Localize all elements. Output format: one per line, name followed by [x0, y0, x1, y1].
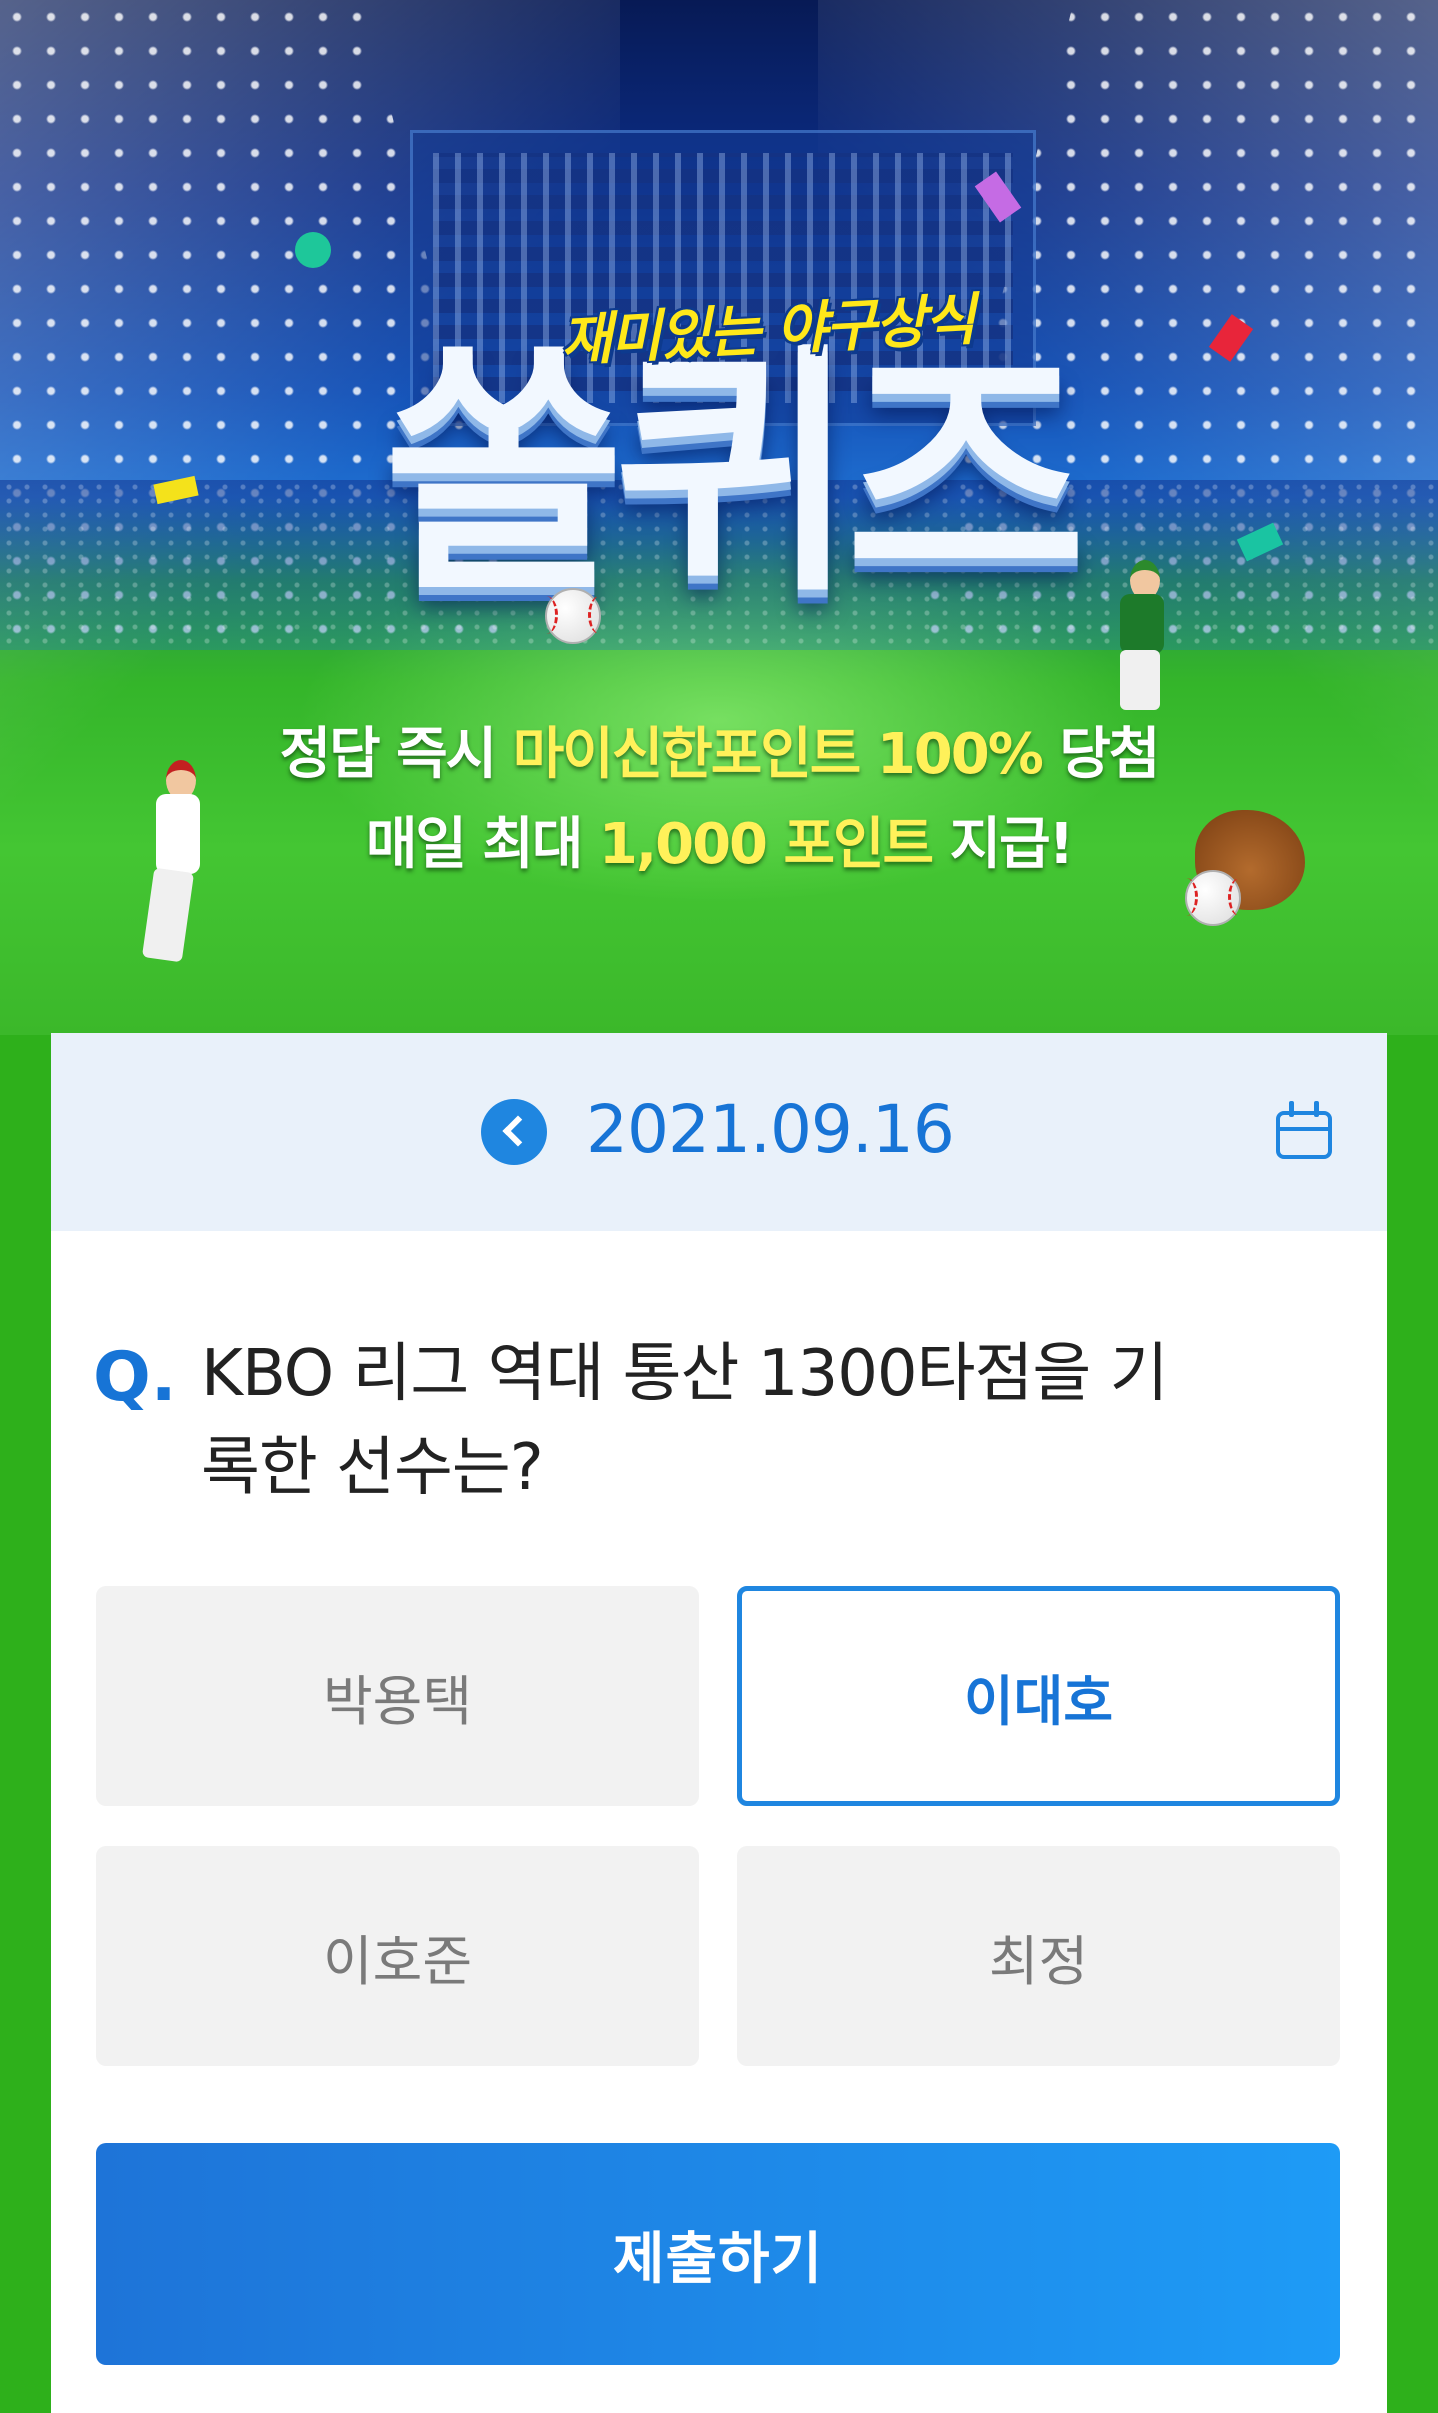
answer-option-selected[interactable]: 이대호 — [737, 1586, 1340, 1806]
batter-illustration — [1100, 560, 1180, 710]
answer-option[interactable]: 최정 — [737, 1846, 1340, 2066]
answer-option[interactable]: 이호준 — [96, 1846, 699, 2066]
calendar-icon[interactable] — [1276, 1101, 1338, 1163]
hero-banner: 쏠퀴즈 재미있는 야구상식 정답 즉시 마이신한포인트 100% 당첨 매일 최… — [0, 0, 1438, 1035]
quiz-date: 2021.09.16 — [586, 1091, 955, 1168]
question-text: KBO 리그 역대 통산 1300타점을 기 록한 선수는? — [201, 1327, 1341, 1515]
answer-option[interactable]: 박용택 — [96, 1586, 699, 1806]
question-line-1: KBO 리그 역대 통산 1300타점을 기 — [201, 1337, 1169, 1411]
baseball-icon — [545, 588, 601, 644]
confetti-piece — [295, 232, 331, 268]
question-line-2: 록한 선수는? — [201, 1431, 544, 1505]
promo-line-1: 정답 즉시 마이신한포인트 100% 당첨 — [279, 722, 1161, 787]
promo-text: 정답 즉시 마이신한포인트 100% 당첨 매일 최대 1,000 포인트 지급… — [0, 710, 1438, 890]
quiz-card: 2021.09.16 Q. KBO 리그 역대 통산 1300타점을 기 록한 … — [51, 1033, 1387, 2413]
chevron-left-icon[interactable] — [481, 1099, 547, 1165]
date-bar: 2021.09.16 — [51, 1033, 1387, 1231]
question-marker: Q. — [93, 1338, 177, 1417]
submit-button[interactable]: 제출하기 — [96, 2143, 1340, 2365]
promo-line-2: 매일 최대 1,000 포인트 지급! — [365, 812, 1074, 877]
